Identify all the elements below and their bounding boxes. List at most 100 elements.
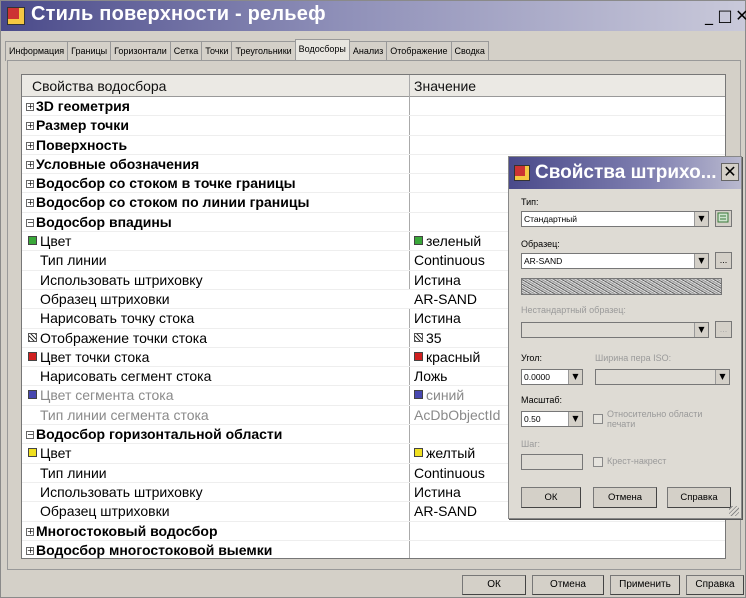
cancel-button[interactable]: Отмена bbox=[532, 575, 604, 595]
row-label: Цвет bbox=[40, 445, 72, 462]
collapse-icon[interactable]: − bbox=[26, 431, 34, 440]
row-label: Тип линии bbox=[40, 252, 107, 269]
row-value[interactable]: зеленый bbox=[426, 233, 481, 249]
dialog-ok-button[interactable]: ОК bbox=[521, 487, 581, 508]
row-label: Размер точки bbox=[36, 117, 129, 134]
type-select[interactable]: Стандартный ▼ bbox=[521, 211, 709, 227]
grid-header: Свойства водосбора Значение bbox=[22, 75, 725, 97]
chevron-down-icon[interactable]: ▼ bbox=[694, 212, 708, 226]
dialog-cancel-button[interactable]: Отмена bbox=[593, 487, 657, 508]
pattern-browse-button[interactable]: ... bbox=[715, 252, 732, 269]
scale-select[interactable]: 0.50 ▼ bbox=[521, 411, 583, 427]
dialog-close-button[interactable]: ✕ bbox=[721, 163, 739, 181]
point-marker-icon bbox=[28, 332, 37, 342]
pattern-select-value: AR-SAND bbox=[524, 256, 563, 266]
row-label: Цвет bbox=[40, 233, 72, 250]
tab-watersheds[interactable]: Водосборы bbox=[294, 39, 350, 61]
table-row[interactable]: + Размер точки bbox=[22, 116, 725, 136]
tab-triangles[interactable]: Треугольники bbox=[231, 41, 296, 61]
table-row[interactable]: +3D геометрия bbox=[22, 97, 725, 117]
row-value[interactable]: красный bbox=[426, 349, 480, 365]
resize-grip-icon[interactable] bbox=[729, 506, 739, 516]
tab-analysis[interactable]: Анализ bbox=[348, 41, 388, 61]
spacing-label: Шаг: bbox=[521, 439, 541, 449]
dialog-help-button[interactable]: Справка bbox=[667, 487, 731, 508]
tab-points[interactable]: Точки bbox=[201, 41, 233, 61]
crosshatch-label: Крест-накрест bbox=[607, 456, 667, 466]
app-icon bbox=[514, 165, 530, 181]
collapse-icon[interactable]: − bbox=[26, 218, 34, 227]
row-value[interactable]: желтый bbox=[426, 445, 475, 461]
row-value[interactable]: Истина bbox=[414, 310, 461, 326]
expand-icon[interactable]: + bbox=[26, 141, 34, 150]
row-value[interactable]: Истина bbox=[414, 272, 461, 288]
row-label: Нарисовать точку стока bbox=[40, 310, 195, 327]
expand-icon[interactable]: + bbox=[26, 160, 34, 169]
row-label: Водосбор впадины bbox=[36, 213, 172, 230]
hatch-properties-dialog: Свойства штрихо... ✕ Тип: Стандартный ▼ … bbox=[508, 156, 742, 519]
dialog-title: Свойства штрихо... bbox=[535, 162, 717, 183]
table-row[interactable]: + Поверхность bbox=[22, 136, 725, 155]
expand-icon[interactable]: + bbox=[26, 180, 34, 189]
expand-icon[interactable]: + bbox=[26, 546, 34, 555]
expand-icon[interactable]: + bbox=[26, 122, 34, 131]
row-label: Водосбор со стоком по линии границы bbox=[36, 194, 310, 211]
help-button[interactable]: Справка bbox=[686, 575, 744, 595]
chevron-down-icon[interactable]: ▼ bbox=[694, 254, 708, 268]
ok-button[interactable]: ОК bbox=[462, 575, 526, 595]
hatch-settings-button[interactable] bbox=[715, 210, 732, 227]
tab-display[interactable]: Отображение bbox=[386, 41, 452, 61]
column-header-value[interactable]: Значение bbox=[414, 78, 476, 94]
tab-contours[interactable]: Горизонтали bbox=[110, 41, 171, 61]
row-label: Тип линии bbox=[40, 464, 107, 481]
chevron-down-icon[interactable]: ▼ bbox=[715, 370, 729, 384]
expand-icon[interactable]: + bbox=[26, 527, 34, 536]
row-label: Тип линии сегмента стока bbox=[40, 406, 209, 423]
apply-button[interactable]: Применить bbox=[610, 575, 680, 595]
pen-width-select[interactable]: ▼ bbox=[595, 369, 730, 385]
dialog-title-bar[interactable]: Свойства штрихо... ✕ bbox=[509, 157, 741, 189]
row-label: Использовать штриховку bbox=[40, 271, 203, 288]
row-value[interactable]: синий bbox=[426, 387, 464, 403]
close-button[interactable]: ✕ bbox=[734, 8, 746, 25]
row-value[interactable]: Continuous bbox=[414, 465, 485, 481]
yellow-swatch-icon bbox=[28, 448, 37, 458]
tab-summary[interactable]: Сводка bbox=[450, 41, 489, 61]
tab-boundaries[interactable]: Границы bbox=[67, 41, 112, 61]
pattern-select[interactable]: AR-SAND ▼ bbox=[521, 253, 709, 269]
tab-information[interactable]: Информация bbox=[5, 41, 69, 61]
maximize-button[interactable]: □ bbox=[717, 8, 733, 25]
red-swatch-icon bbox=[28, 351, 37, 361]
row-label: Водосбор горизонтальной области bbox=[36, 426, 283, 443]
window-title: Стиль поверхности - рельеф bbox=[31, 3, 326, 25]
custom-pattern-browse-button[interactable]: ... bbox=[715, 321, 732, 338]
point-marker-icon bbox=[414, 332, 423, 342]
row-value[interactable]: Continuous bbox=[414, 252, 485, 268]
spacing-input[interactable] bbox=[521, 454, 583, 470]
red-swatch-icon bbox=[414, 351, 423, 361]
column-header-property[interactable]: Свойства водосбора bbox=[32, 78, 166, 94]
chevron-down-icon[interactable]: ▼ bbox=[568, 370, 582, 384]
table-row[interactable]: + Многостоковый водосбор bbox=[22, 522, 725, 541]
custom-pattern-select[interactable]: ▼ bbox=[521, 322, 709, 338]
row-value[interactable]: AcDbObjectId bbox=[414, 407, 500, 423]
expand-icon[interactable]: + bbox=[26, 103, 34, 111]
table-row[interactable]: + Водосбор многостоковой выемки bbox=[22, 541, 725, 558]
row-value[interactable]: 35 bbox=[426, 330, 442, 346]
minimize-button[interactable]: _ bbox=[701, 8, 717, 25]
crosshatch-checkbox[interactable] bbox=[593, 457, 603, 467]
angle-select[interactable]: 0.0000 ▼ bbox=[521, 369, 583, 385]
row-value[interactable]: AR-SAND bbox=[414, 503, 477, 519]
row-value[interactable]: Ложь bbox=[414, 368, 447, 384]
row-label: Поверхность bbox=[36, 136, 128, 153]
hatch-pattern-preview bbox=[521, 278, 722, 295]
row-label: Образец штриховки bbox=[40, 503, 170, 520]
chevron-down-icon[interactable]: ▼ bbox=[568, 412, 582, 426]
tab-grid[interactable]: Сетка bbox=[169, 41, 203, 61]
row-value[interactable]: AR-SAND bbox=[414, 291, 477, 307]
relative-to-paper-checkbox[interactable] bbox=[593, 414, 603, 424]
chevron-down-icon[interactable]: ▼ bbox=[694, 323, 708, 337]
row-value[interactable]: Истина bbox=[414, 484, 461, 500]
title-bar[interactable]: Стиль поверхности - рельеф _ □ ✕ bbox=[1, 1, 746, 31]
expand-icon[interactable]: + bbox=[26, 199, 34, 208]
